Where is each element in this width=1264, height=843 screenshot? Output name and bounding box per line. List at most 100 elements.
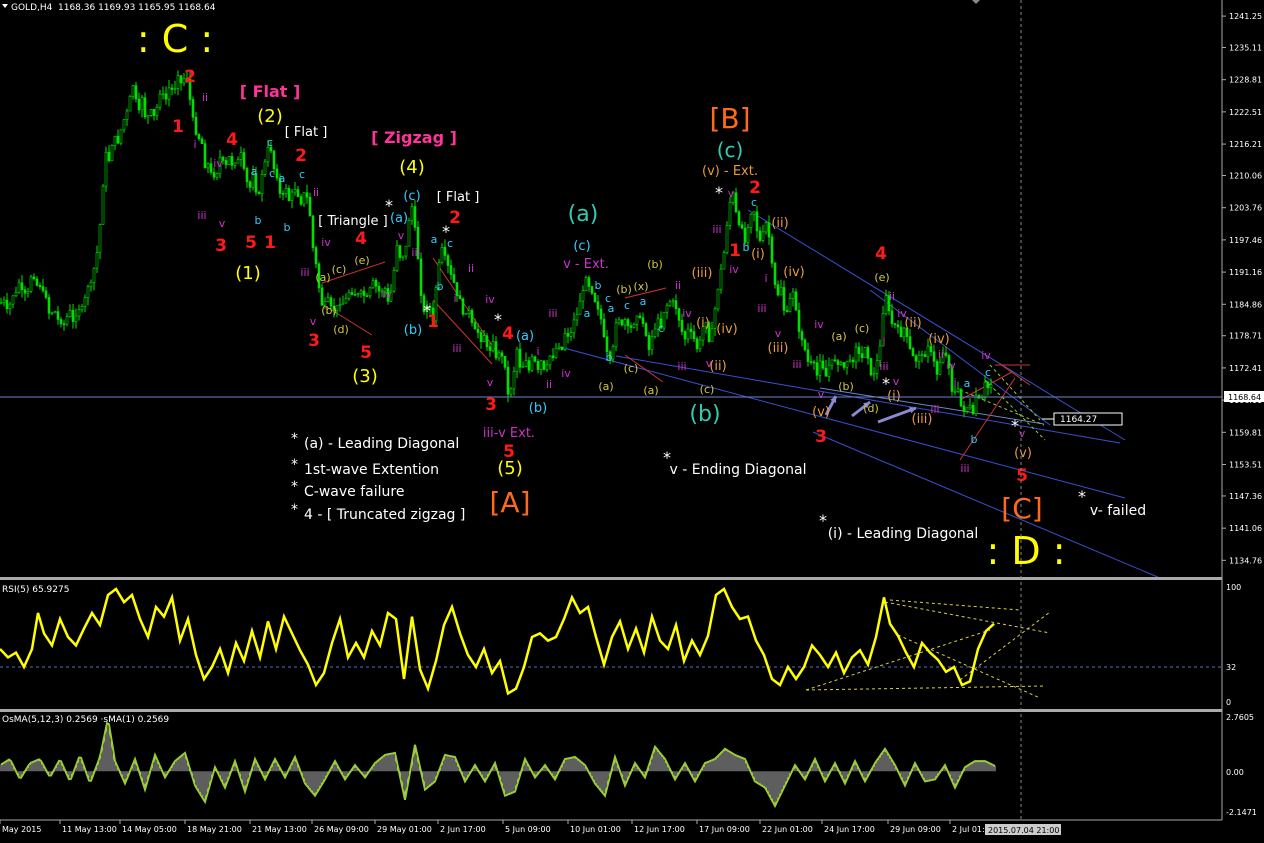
wave-label: iv bbox=[682, 307, 692, 320]
candle-body bbox=[695, 338, 699, 350]
wave-label: (i) bbox=[751, 247, 765, 262]
candle-body bbox=[158, 93, 162, 108]
candle-body bbox=[509, 388, 513, 395]
candle-body bbox=[845, 360, 849, 368]
candle-body bbox=[629, 325, 633, 328]
candle-body bbox=[962, 405, 966, 412]
pane-separator[interactable] bbox=[0, 577, 1222, 580]
osma-tick-label: 0.00 bbox=[1226, 768, 1244, 777]
wave-label: i bbox=[536, 345, 539, 358]
candle-body bbox=[86, 286, 90, 298]
time-tick-label: May 2015 bbox=[2, 825, 41, 834]
osma-tick-label: -2.1471 bbox=[1226, 808, 1257, 817]
osma-title: OsMA(5,12,3) 0.2569 ·sMA(1) 0.2569 bbox=[2, 715, 169, 725]
candle-body bbox=[212, 172, 216, 178]
wave-label: 2 bbox=[749, 178, 761, 198]
candle-body bbox=[620, 319, 624, 326]
time-tick-label: 10 Jun 01:00 bbox=[570, 825, 621, 834]
wave-label: (ii) bbox=[771, 216, 788, 231]
candle-body bbox=[932, 351, 936, 362]
note-bullet-icon: * bbox=[291, 431, 298, 447]
candle-body bbox=[842, 362, 846, 368]
candle-body bbox=[596, 301, 600, 310]
candle-body bbox=[350, 292, 354, 295]
wave-label: (b) bbox=[529, 401, 547, 416]
wave-label: (3) bbox=[352, 366, 378, 387]
candle-body bbox=[890, 310, 894, 325]
candle-body bbox=[587, 277, 591, 287]
price-tick-label: 1216.21 bbox=[1229, 140, 1262, 149]
candle-body bbox=[23, 289, 27, 294]
wave-label: iv bbox=[485, 293, 495, 306]
candle-body bbox=[392, 270, 396, 292]
candle-body bbox=[965, 407, 969, 412]
candle-body bbox=[203, 143, 207, 169]
candle-body bbox=[503, 355, 507, 368]
candle-body bbox=[512, 371, 516, 390]
candle-body bbox=[650, 336, 654, 350]
wave-label: (2) bbox=[257, 106, 283, 127]
wave-label: v bbox=[706, 357, 713, 370]
pane-separator[interactable] bbox=[0, 709, 1222, 712]
note-2: 1st-wave Extention bbox=[304, 462, 439, 478]
candle-body bbox=[149, 109, 153, 116]
candle-body bbox=[2, 299, 6, 303]
wave-label: (a) bbox=[568, 202, 599, 227]
wave-label: (b) bbox=[647, 258, 663, 271]
wave-label: ii bbox=[938, 348, 944, 361]
candle-body bbox=[494, 341, 498, 359]
candle-body bbox=[515, 348, 519, 372]
time-tick-label: 17 Jun 09:00 bbox=[699, 825, 750, 834]
candle-body bbox=[410, 206, 414, 221]
candle-body bbox=[989, 384, 993, 389]
candle-body bbox=[677, 308, 681, 321]
candle-body bbox=[194, 116, 198, 135]
candle-body bbox=[626, 319, 630, 327]
candle-body bbox=[764, 222, 768, 233]
candle-body bbox=[398, 245, 402, 258]
candle-body bbox=[560, 346, 564, 350]
candle-body bbox=[710, 327, 714, 342]
rsi-tick-label: 100 bbox=[1226, 583, 1241, 592]
candle-body bbox=[599, 308, 603, 320]
wave-label: (c) bbox=[403, 189, 420, 204]
wave-label: (iv) bbox=[783, 265, 804, 280]
price-tick-label: 1235.11 bbox=[1229, 43, 1262, 52]
wave-label: iii bbox=[879, 360, 888, 373]
candle-body bbox=[821, 360, 825, 369]
wave-label: i bbox=[193, 138, 196, 151]
wave-label: (a) bbox=[831, 330, 846, 343]
candle-body bbox=[467, 310, 471, 314]
candle-body bbox=[914, 355, 918, 362]
candle-body bbox=[95, 252, 99, 269]
wave-label: 3 bbox=[308, 331, 320, 351]
chart-canvas[interactable]: GOLD,H4 1168.36 1169.93 1165.95 1168.64 … bbox=[0, 0, 1264, 843]
wave-label: (c) bbox=[624, 362, 639, 375]
candle-body bbox=[716, 288, 720, 310]
candle-body bbox=[299, 196, 303, 205]
candle-body bbox=[101, 185, 105, 225]
wave-label: ii bbox=[202, 91, 208, 104]
candle-body bbox=[548, 355, 552, 366]
wave-label: b bbox=[437, 280, 444, 293]
candle-body bbox=[968, 404, 972, 409]
wave-label: (d) bbox=[333, 323, 349, 336]
candle-body bbox=[326, 297, 330, 302]
wave-label: v - Ext. bbox=[563, 257, 609, 272]
wave-label: a bbox=[431, 233, 438, 246]
wave-label: i bbox=[882, 335, 885, 348]
wave-label: (a) bbox=[390, 211, 408, 226]
wave-label: (b) bbox=[689, 402, 720, 427]
wave-label: ii bbox=[468, 262, 474, 275]
symbol-name: GOLD,H4 bbox=[11, 3, 53, 13]
candle-body bbox=[623, 319, 627, 326]
candle-body bbox=[62, 323, 66, 326]
wave-label: a bbox=[608, 302, 615, 315]
wave-label: (v) bbox=[1014, 446, 1032, 461]
candle-body bbox=[314, 247, 318, 265]
candle-body bbox=[506, 366, 510, 395]
wave-label: (v) - Ext. bbox=[702, 164, 758, 179]
wave-label: [ Zigzag ] bbox=[371, 128, 457, 147]
wave-label: : C : bbox=[137, 17, 213, 61]
wave-label: (iv) bbox=[928, 332, 949, 347]
